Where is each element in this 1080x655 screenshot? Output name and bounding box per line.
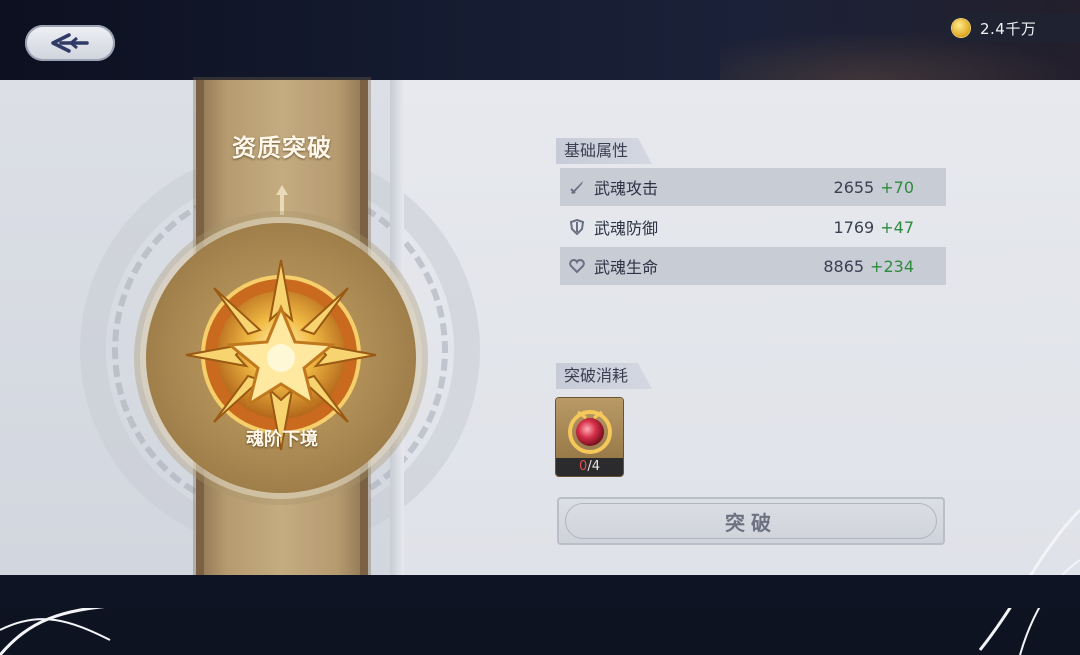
red-gem-orb-icon <box>568 410 612 454</box>
back-button[interactable] <box>25 25 115 61</box>
stat-value: 2655 <box>833 177 875 197</box>
cost-section-title: 突破消耗 <box>556 363 652 389</box>
stat-name: 武魂攻击 <box>594 179 659 198</box>
back-arrow-icon <box>51 33 89 53</box>
stat-row-defense: 武魂防御 1769 +47 <box>560 208 946 246</box>
arrow-up-icon <box>276 185 288 215</box>
sword-icon <box>568 178 586 196</box>
stat-name: 武魂生命 <box>594 258 659 277</box>
medal-label: 魂阶下境 <box>246 429 318 450</box>
cost-item-card[interactable]: 0/4 <box>556 398 623 476</box>
breakthrough-button-label: 突破 <box>725 510 777 535</box>
top-bar <box>0 0 1080 80</box>
stat-bonus: +70 <box>880 177 914 197</box>
item-count: 0/4 <box>556 458 623 476</box>
item-count-required: /4 <box>587 459 600 474</box>
breakthrough-button[interactable]: 突破 <box>557 497 945 545</box>
banner-title: 资质突破 <box>232 133 332 162</box>
stat-row-attack: 武魂攻击 2655 +70 <box>560 168 946 206</box>
stat-name: 武魂防御 <box>594 219 659 238</box>
stat-value: 1769 <box>833 217 875 237</box>
heart-icon <box>568 257 586 275</box>
currency-display[interactable]: 2.4千万 <box>944 14 1080 42</box>
stat-bonus: +47 <box>880 217 914 237</box>
stat-value: 8865 <box>823 256 865 276</box>
currency-amount: 2.4千万 <box>980 19 1037 38</box>
stat-bonus: +234 <box>870 256 914 276</box>
gold-coin-icon <box>952 19 970 37</box>
attributes-section-title: 基础属性 <box>556 138 652 164</box>
shield-icon <box>568 218 586 236</box>
bottom-bar <box>0 575 1080 608</box>
stat-row-health: 武魂生命 8865 +234 <box>560 247 946 285</box>
